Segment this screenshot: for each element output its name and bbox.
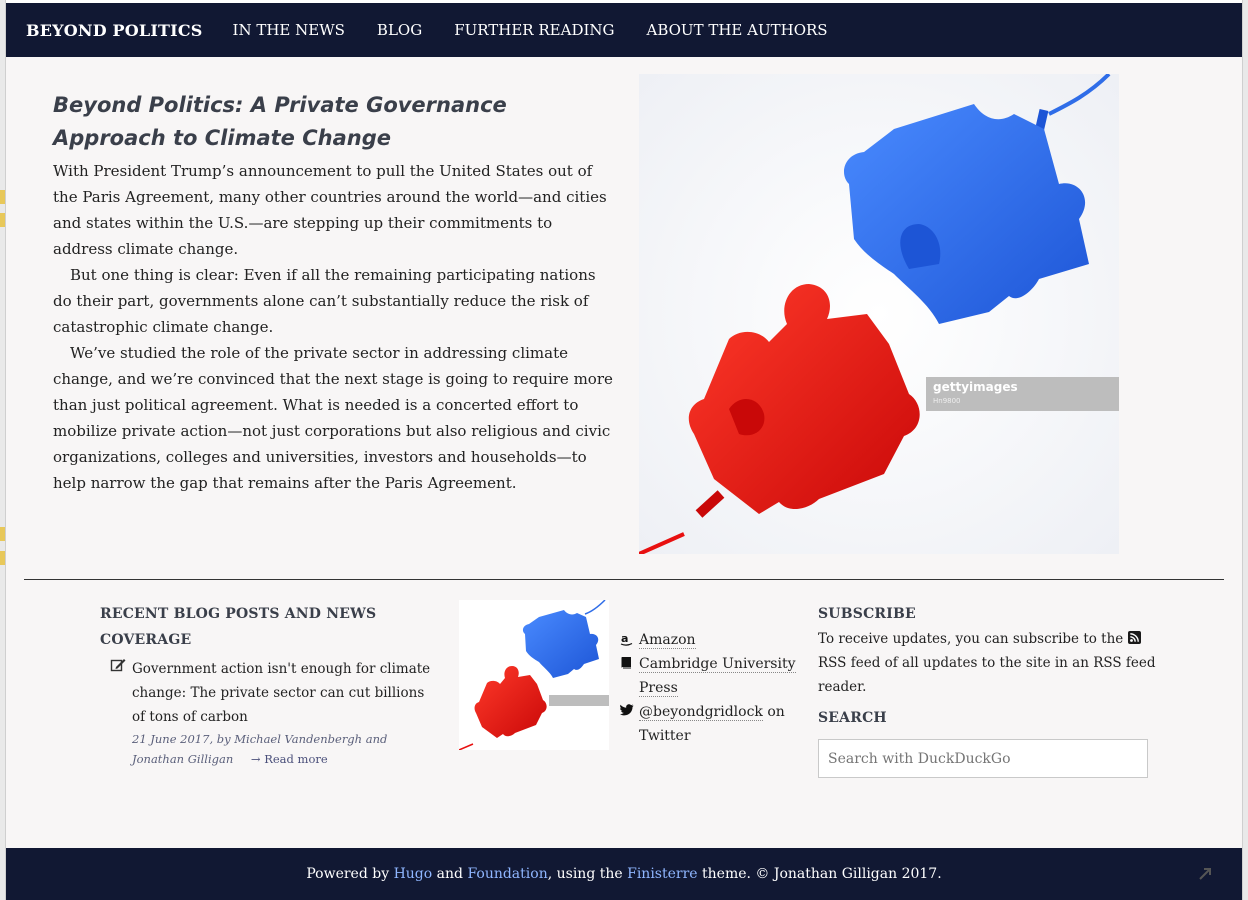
list-item: Cambridge University Press <box>614 652 804 700</box>
book-cover-thumbnail[interactable] <box>459 600 609 750</box>
frame-marker <box>0 527 5 541</box>
nav-further-reading[interactable]: FURTHER READING <box>454 21 614 39</box>
window-frame-right <box>1242 0 1248 900</box>
main-nav: IN THE NEWS BLOG FURTHER READING ABOUT T… <box>233 21 860 39</box>
subscribe-column: SUBSCRIBE To receive updates, you can su… <box>818 601 1158 778</box>
edit-icon <box>110 659 126 672</box>
scroll-top-icon[interactable] <box>1196 865 1214 883</box>
nav-in-the-news[interactable]: IN THE NEWS <box>233 21 345 39</box>
nav-blog[interactable]: BLOG <box>377 21 422 39</box>
nav-about-the-authors[interactable]: ABOUT THE AUTHORS <box>647 21 828 39</box>
hero-paragraph: We’ve studied the role of the private se… <box>53 344 613 492</box>
site-footer: Powered by Hugo and Foundation, using th… <box>6 848 1242 900</box>
recent-posts-column: RECENT BLOG POSTS AND NEWS COVERAGE Gove… <box>100 601 440 769</box>
top-navbar: BEYOND POLITICS IN THE NEWS BLOG FURTHER… <box>6 3 1242 57</box>
hero-paragraph: With President Trump’s announcement to p… <box>53 162 607 258</box>
frame-marker <box>0 551 5 565</box>
twitter-icon <box>614 700 639 716</box>
hero-text: Beyond Politics: A Private Governance Ap… <box>53 89 613 496</box>
search-input[interactable] <box>818 739 1148 778</box>
search-heading: SEARCH <box>818 710 887 726</box>
page: BEYOND POLITICS IN THE NEWS BLOG FURTHER… <box>6 3 1242 900</box>
frame-marker <box>0 190 5 204</box>
puzzle-hero-image: gettyimages Hn9800 <box>639 74 1119 554</box>
hugo-link[interactable]: Hugo <box>394 866 433 882</box>
amazon-icon: a <box>614 628 639 646</box>
hero-paragraph: But one thing is clear: Even if all the … <box>53 266 596 336</box>
amazon-link[interactable]: Amazon <box>639 628 696 652</box>
book-icon <box>614 652 639 669</box>
footer-text: Powered by Hugo and Foundation, using th… <box>306 866 942 882</box>
puzzle-thumbnail-illustration <box>459 600 609 750</box>
finisterre-link[interactable]: Finisterre <box>627 866 697 882</box>
twitter-link[interactable]: @beyondgridlock on Twitter <box>639 700 785 748</box>
site-brand[interactable]: BEYOND POLITICS <box>26 21 203 40</box>
frame-marker <box>0 213 5 227</box>
list-item: Government action isn't enough for clima… <box>100 657 440 769</box>
watermark-text: gettyimages <box>933 380 1018 394</box>
puzzle-pieces-illustration <box>639 74 1119 554</box>
list-item: @beyondgridlock on Twitter <box>614 700 804 748</box>
post-meta: 21 June 2017, by Michael Vandenbergh and… <box>132 729 440 769</box>
subscribe-text: To receive updates, you can subscribe to… <box>818 631 1156 695</box>
rss-icon[interactable] <box>1127 631 1141 644</box>
watermark-subtext: Hn9800 <box>933 397 961 405</box>
cambridge-press-link[interactable]: Cambridge University Press <box>639 652 804 700</box>
list-item: a Amazon <box>614 628 804 652</box>
post-title-link[interactable]: Government action isn't enough for clima… <box>132 657 440 729</box>
subscribe-heading: SUBSCRIBE <box>818 606 916 622</box>
watermark-bar: gettyimages Hn9800 <box>926 377 1119 411</box>
book-links-column: a Amazon Cambridge University Press @bey… <box>614 628 804 748</box>
svg-text:a: a <box>621 632 628 645</box>
page-title: Beyond Politics: A Private Governance Ap… <box>53 93 507 150</box>
section-divider <box>24 579 1224 580</box>
foundation-link[interactable]: Foundation <box>467 866 547 882</box>
recent-posts-heading: RECENT BLOG POSTS AND NEWS COVERAGE <box>100 606 377 648</box>
read-more-link[interactable]: → Read more <box>251 752 328 766</box>
